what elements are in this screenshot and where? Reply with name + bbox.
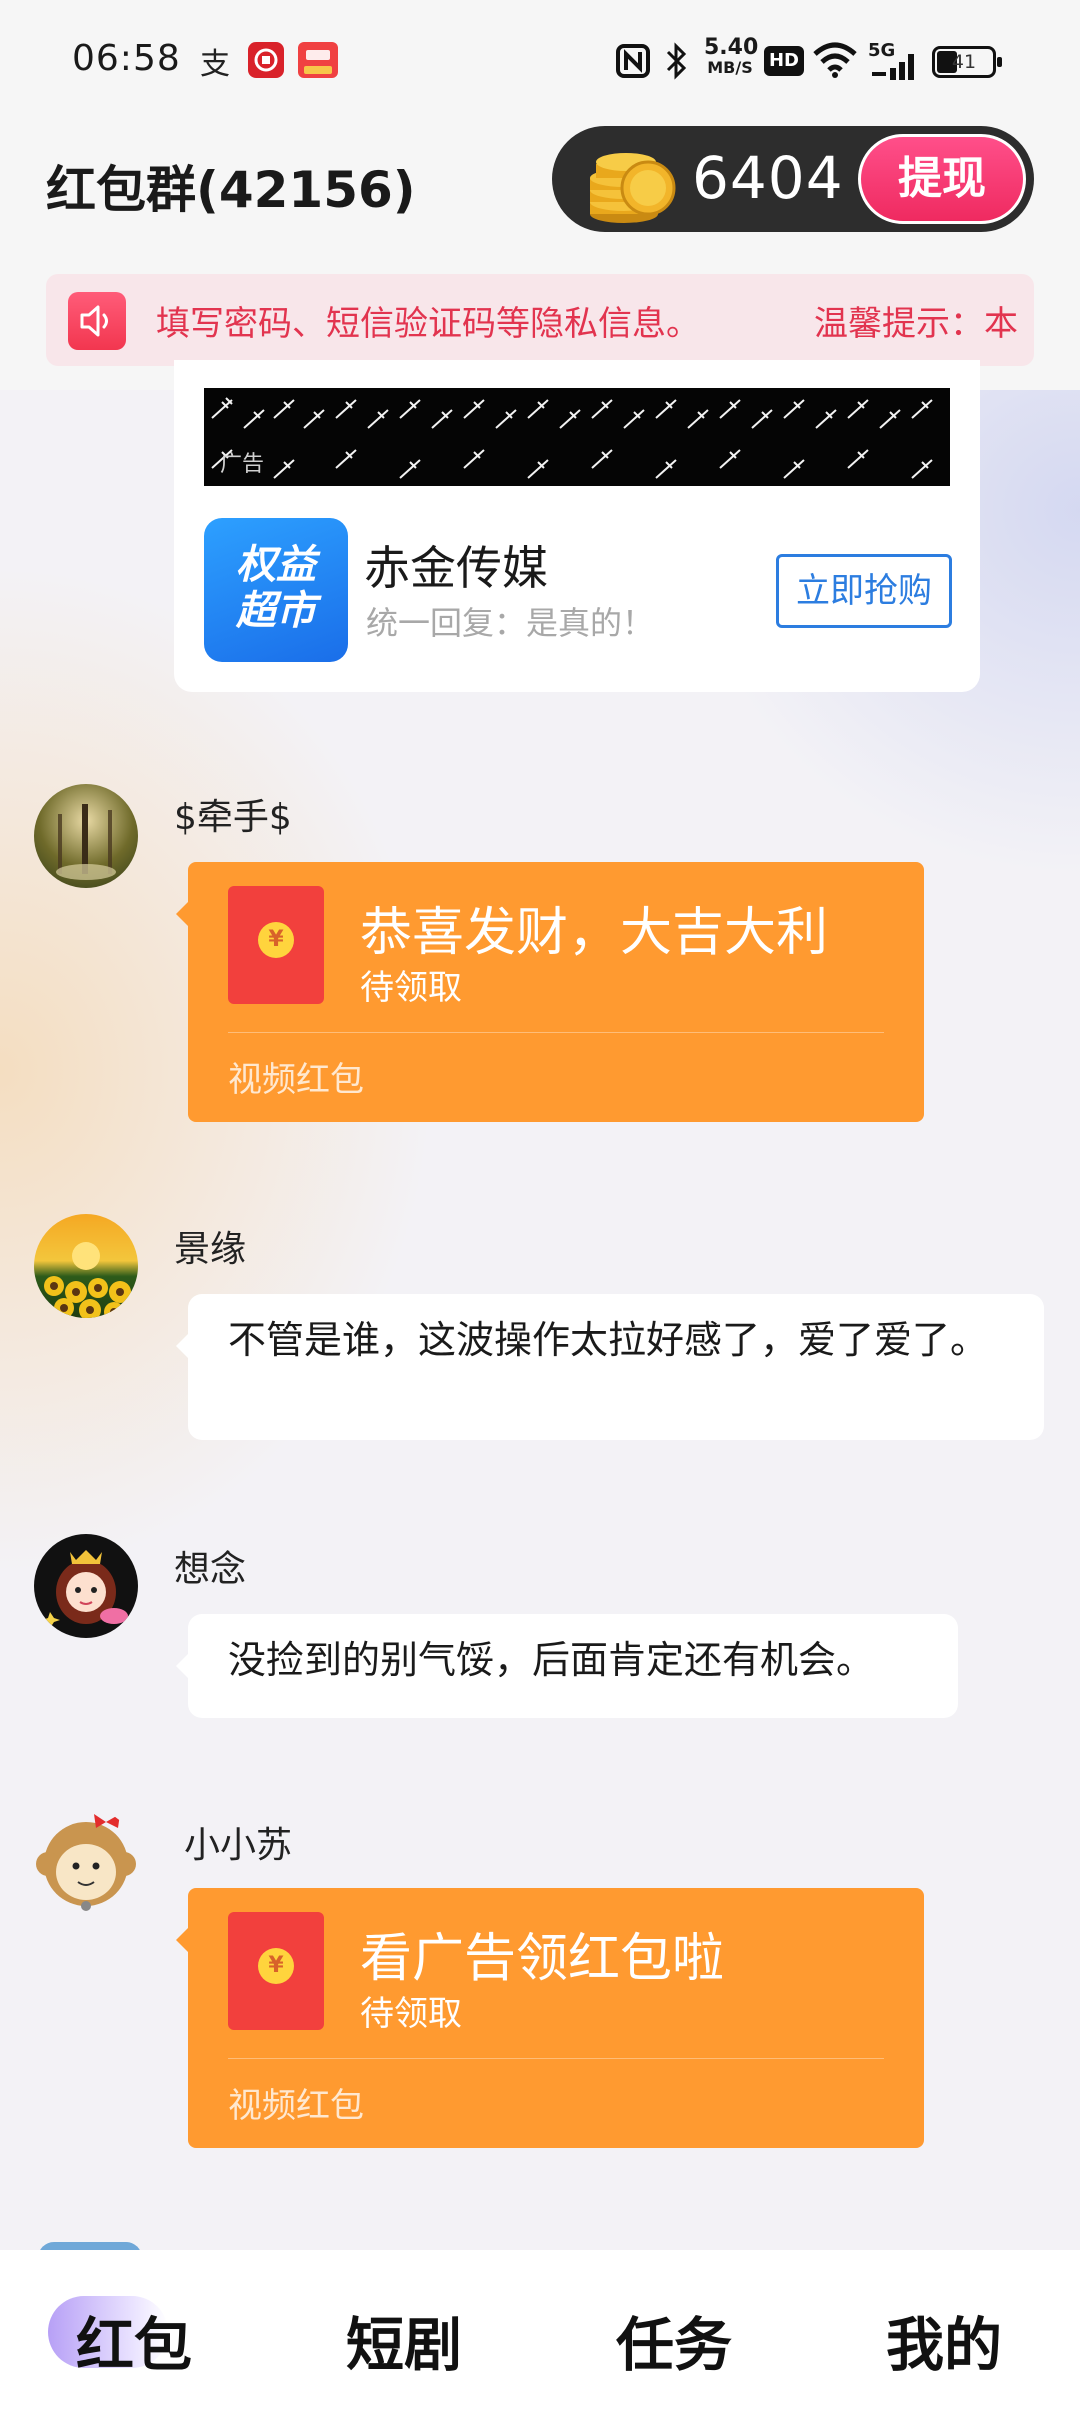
sender-name: $牵手$ bbox=[174, 797, 292, 838]
ad-title: 赤金传媒 bbox=[364, 541, 548, 595]
avatar[interactable] bbox=[34, 1808, 138, 1912]
red-envelope-icon: ¥ bbox=[228, 886, 324, 1004]
gold-coins-icon bbox=[590, 153, 676, 223]
page-title: 红包群(42156) bbox=[46, 161, 416, 219]
coin-count: 6404 bbox=[692, 144, 844, 212]
coin-balance-pill[interactable]: 6404 提现 bbox=[552, 126, 1034, 232]
red-packet-type: 视频红包 bbox=[228, 2086, 364, 2126]
network-speed-unit: MB/S bbox=[707, 58, 753, 77]
divider bbox=[228, 2058, 884, 2059]
text-message-bubble[interactable]: 不管是谁，这波操作太拉好感了，爱了爱了。 bbox=[176, 1294, 1044, 1440]
bottom-navigation: 红包 短剧 任务 我的 bbox=[0, 2250, 1080, 2412]
red-packet-status: 待领取 bbox=[360, 1994, 462, 2034]
network-speed: 5.40 MB/S bbox=[704, 35, 759, 78]
notice-text: 填写密码、短信验证码等隐私信息。 bbox=[156, 304, 700, 344]
ad-banner-pattern bbox=[204, 388, 950, 486]
text-message-bubble[interactable]: 没捡到的别气馁，后面肯定还有机会。 bbox=[176, 1614, 958, 1718]
avatar[interactable] bbox=[34, 1214, 138, 1318]
nfc-icon bbox=[616, 44, 650, 78]
avatar[interactable] bbox=[34, 784, 138, 888]
tab-red-packet[interactable]: 红包 bbox=[76, 2298, 192, 2382]
ad-app-logo[interactable]: 权益 超市 bbox=[204, 518, 348, 662]
hd-badge: HD bbox=[764, 46, 804, 76]
speaker-icon bbox=[68, 292, 126, 350]
alipay-icon: 支 bbox=[200, 47, 230, 80]
cell-signal-icon bbox=[872, 54, 914, 80]
notice-text-scroll: 温馨提示：本 bbox=[814, 304, 1018, 344]
toutiao-app-icon bbox=[298, 42, 338, 78]
red-envelope-icon: ¥ bbox=[228, 1912, 324, 2030]
ad-buy-button[interactable]: 立即抢购 bbox=[776, 554, 952, 628]
sender-name: 景缘 bbox=[174, 1229, 247, 1270]
forest-photo-icon bbox=[56, 804, 116, 880]
ad-logo-line2: 超市 bbox=[236, 588, 316, 634]
sender-name: 小小苏 bbox=[184, 1825, 293, 1866]
red-packet-status: 待领取 bbox=[360, 968, 462, 1008]
battery-icon: 41 bbox=[932, 46, 1002, 78]
network-speed-value: 5.40 bbox=[704, 35, 759, 60]
ad-card[interactable]: 广告 权益 超市 赤金传媒 统一回复：是真的！ 立即抢购 bbox=[174, 360, 980, 692]
message-text: 没捡到的别气馁，后面肯定还有机会。 bbox=[228, 1638, 875, 1682]
red-packet-title: 看广告领红包啦 bbox=[360, 1929, 725, 1989]
ad-subtitle: 统一回复：是真的！ bbox=[366, 604, 655, 642]
ad-badge: 广告 bbox=[220, 452, 265, 477]
red-packet-title: 恭喜发财，大吉大利 bbox=[360, 903, 829, 963]
ad-banner-image[interactable]: 广告 bbox=[204, 388, 950, 486]
battery-level: 41 bbox=[951, 51, 977, 73]
notice-banner[interactable]: 填写密码、短信验证码等隐私信息。 温馨提示：本 bbox=[46, 274, 1034, 366]
withdraw-button[interactable]: 提现 bbox=[858, 134, 1026, 224]
red-packet-message[interactable]: ¥ 看广告领红包啦 待领取 视频红包 bbox=[176, 1888, 924, 2148]
status-bar: 06:58 支 5.40 MB/S HD 5G 41 bbox=[0, 0, 1080, 124]
message-text: 不管是谁，这波操作太拉好感了，爱了爱了。 bbox=[228, 1318, 989, 1362]
cartoon-monkey-icon bbox=[36, 1814, 136, 1911]
red-packet-message[interactable]: ¥ 恭喜发财，大吉大利 待领取 视频红包 bbox=[176, 862, 924, 1122]
red-packet-type: 视频红包 bbox=[228, 1060, 364, 1100]
status-time: 06:58 bbox=[72, 38, 181, 79]
key-pattern-graphic bbox=[211, 397, 933, 479]
svg-text:支: 支 bbox=[200, 47, 230, 80]
ad-logo-line1: 权益 bbox=[236, 542, 316, 588]
cartoon-girl-icon bbox=[42, 1550, 128, 1628]
bank-app-icon bbox=[248, 42, 284, 78]
wifi-icon bbox=[813, 42, 857, 78]
avatar[interactable] bbox=[34, 1534, 138, 1638]
tab-me[interactable]: 我的 bbox=[886, 2298, 1002, 2382]
divider bbox=[228, 1032, 884, 1033]
tab-tasks[interactable]: 任务 bbox=[616, 2298, 732, 2382]
sender-name: 想念 bbox=[174, 1549, 247, 1590]
bluetooth-icon bbox=[666, 42, 687, 80]
tab-short-drama[interactable]: 短剧 bbox=[346, 2298, 462, 2382]
sunflower-photo-icon bbox=[44, 1242, 131, 1318]
